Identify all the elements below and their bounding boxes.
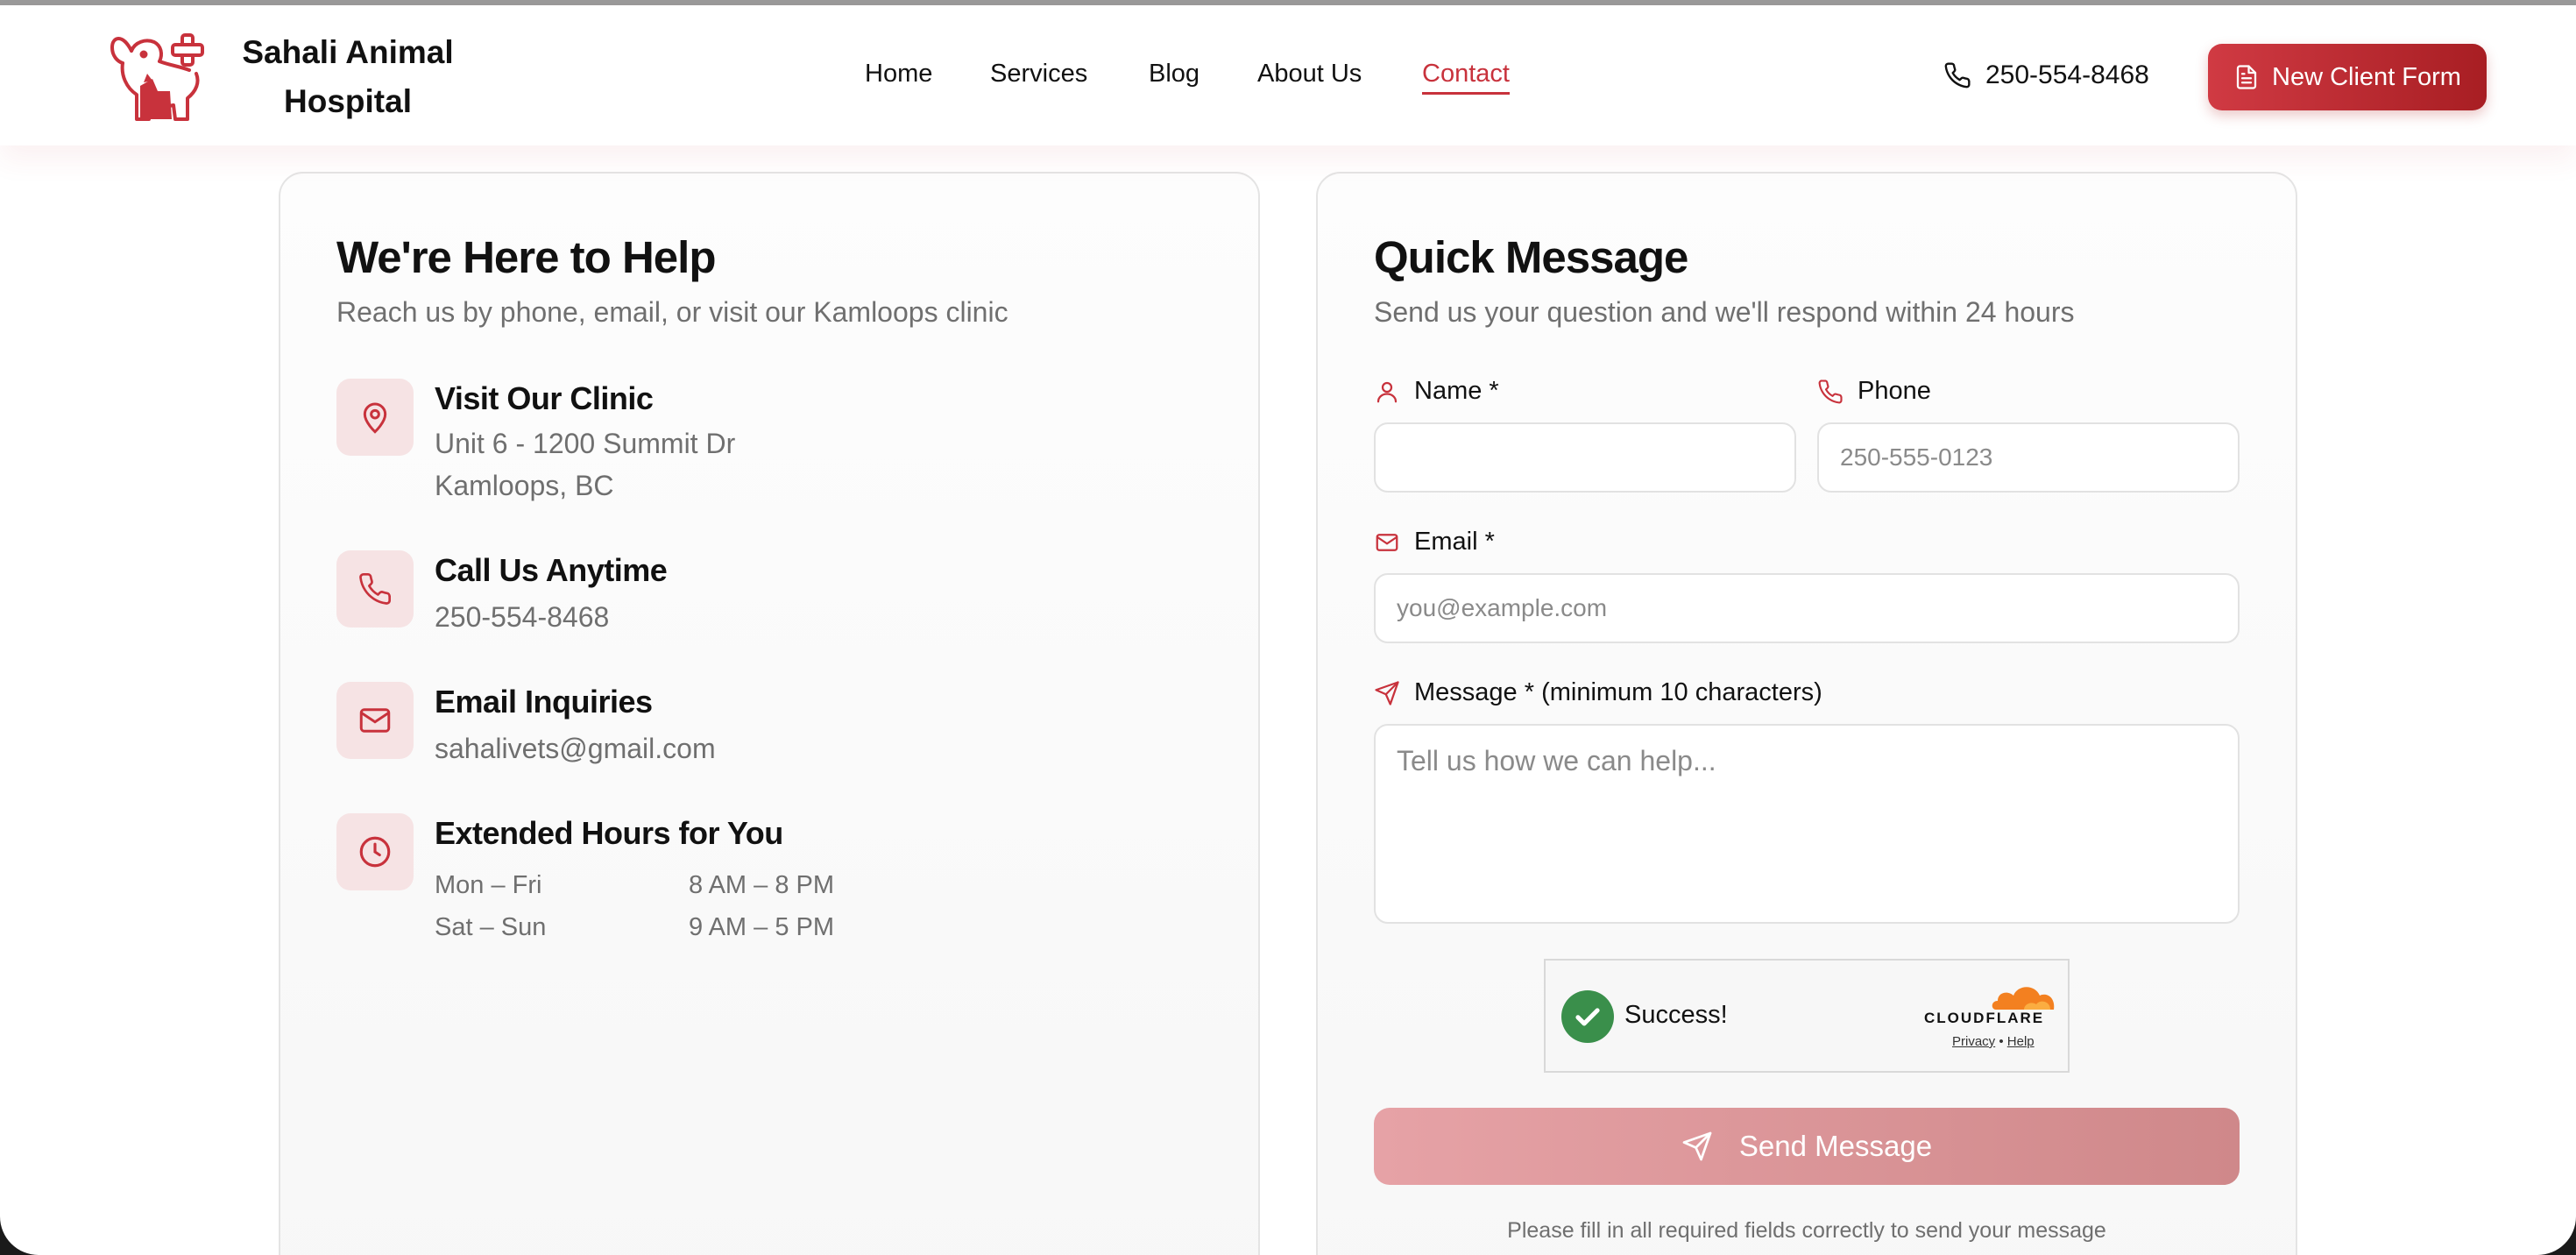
contact-card-subtitle: Reach us by phone, email, or visit our K…	[336, 296, 1008, 328]
hours-weekend-time: 9 AM – 5 PM	[689, 913, 835, 941]
browser-viewport: Sahali Animal Hospital Home Services Blo…	[0, 0, 2576, 1255]
mail-icon	[359, 708, 391, 733]
site-header: Sahali Animal Hospital Home Services Blo…	[0, 5, 2576, 145]
cloudflare-cloud-icon	[1992, 987, 2055, 1010]
name-label: Name *	[1374, 377, 1499, 406]
new-client-form-label: New Client Form	[2272, 62, 2461, 91]
email-label: Email *	[1374, 528, 1495, 557]
new-client-form-button[interactable]: New Client Form	[2208, 44, 2487, 110]
header-phone-link[interactable]: 250-554-8468	[1943, 58, 2149, 93]
phone-icon	[1818, 379, 1843, 403]
message-textarea[interactable]	[1374, 724, 2240, 924]
hours-item: Extended Hours for You Mon – Fri 8 AM – …	[336, 813, 1213, 954]
user-icon	[1376, 381, 1398, 402]
name-label-text: Name *	[1414, 377, 1499, 405]
email-input[interactable]	[1374, 573, 2240, 643]
phone-icon	[1944, 62, 1971, 89]
email-inquiries-item: Email Inquiries sahalivets@gmail.com	[336, 682, 1213, 778]
call-us-item: Call Us Anytime 250-554-8468	[336, 550, 1213, 647]
quick-message-card: Quick Message Send us your question and …	[1316, 172, 2297, 1255]
map-pin-icon	[363, 402, 387, 434]
phone-icon-box	[336, 550, 414, 628]
document-icon	[2236, 65, 2257, 89]
send-icon	[1682, 1131, 1712, 1161]
form-title: Quick Message	[1374, 232, 1688, 282]
call-us-title: Call Us Anytime	[435, 552, 668, 588]
form-subtitle: Send us your question and we'll respond …	[1374, 296, 2075, 328]
send-icon	[1375, 680, 1399, 705]
nav-services[interactable]: Services	[990, 56, 1087, 91]
mail-icon	[1376, 533, 1398, 551]
map-pin-icon-box	[336, 379, 414, 456]
hours-weekday-time: 8 AM – 8 PM	[689, 871, 835, 899]
clock-icon	[359, 836, 391, 868]
address-line-2: Kamloops, BC	[435, 470, 614, 501]
captcha-links: Privacy • Help	[1952, 1034, 2035, 1049]
send-message-button[interactable]: Send Message	[1374, 1108, 2240, 1185]
message-label: Message * (minimum 10 characters)	[1374, 678, 1822, 707]
hours-title: Extended Hours for You	[435, 815, 783, 851]
nav-about-us[interactable]: About Us	[1257, 56, 1362, 91]
send-message-label: Send Message	[1738, 1130, 1933, 1162]
captcha-link-separator: •	[1999, 1034, 2004, 1049]
phone-label: Phone	[1817, 377, 1931, 406]
success-check-icon	[1561, 990, 1614, 1043]
cloudflare-turnstile-widget[interactable]: Success! CLOUDFLARE Privacy • Help	[1544, 959, 2070, 1073]
clock-icon-box	[336, 813, 414, 890]
email-label-text: Email *	[1414, 528, 1495, 556]
captcha-help-link[interactable]: Help	[2007, 1034, 2035, 1049]
name-input[interactable]	[1374, 422, 1796, 493]
visit-clinic-item: Visit Our Clinic Unit 6 - 1200 Summit Dr…	[336, 379, 1213, 519]
nav-home[interactable]: Home	[865, 56, 932, 91]
address-line-1: Unit 6 - 1200 Summit Dr	[435, 428, 736, 459]
phone-label-text: Phone	[1858, 377, 1931, 405]
contact-info-card: We're Here to Help Reach us by phone, em…	[279, 172, 1260, 1255]
message-label-text: Message * (minimum 10 characters)	[1414, 678, 1822, 706]
phone-icon	[359, 572, 392, 605]
contact-card-title: We're Here to Help	[336, 232, 716, 282]
mail-icon-box	[336, 682, 414, 759]
email-inquiries-title: Email Inquiries	[435, 684, 653, 720]
hours-weekend-days: Sat – Sun	[435, 913, 547, 941]
form-hint: Please fill in all required fields corre…	[1507, 1218, 2106, 1243]
nav-blog[interactable]: Blog	[1149, 56, 1200, 91]
visit-clinic-title: Visit Our Clinic	[435, 380, 654, 416]
cloudflare-logo-text: CLOUDFLARE	[1924, 1010, 2045, 1026]
hours-weekday-days: Mon – Fri	[435, 871, 542, 899]
phone-input[interactable]	[1817, 422, 2240, 493]
clinic-phone-number[interactable]: 250-554-8468	[435, 601, 609, 634]
captcha-privacy-link[interactable]: Privacy	[1952, 1034, 1995, 1049]
header-phone-number: 250-554-8468	[1985, 60, 2149, 89]
clinic-email-address[interactable]: sahalivets@gmail.com	[435, 733, 716, 765]
main-nav: Home Services Blog About Us Contact	[0, 56, 2576, 95]
nav-contact[interactable]: Contact	[1422, 56, 1510, 95]
captcha-status: Success!	[1624, 1001, 1728, 1029]
